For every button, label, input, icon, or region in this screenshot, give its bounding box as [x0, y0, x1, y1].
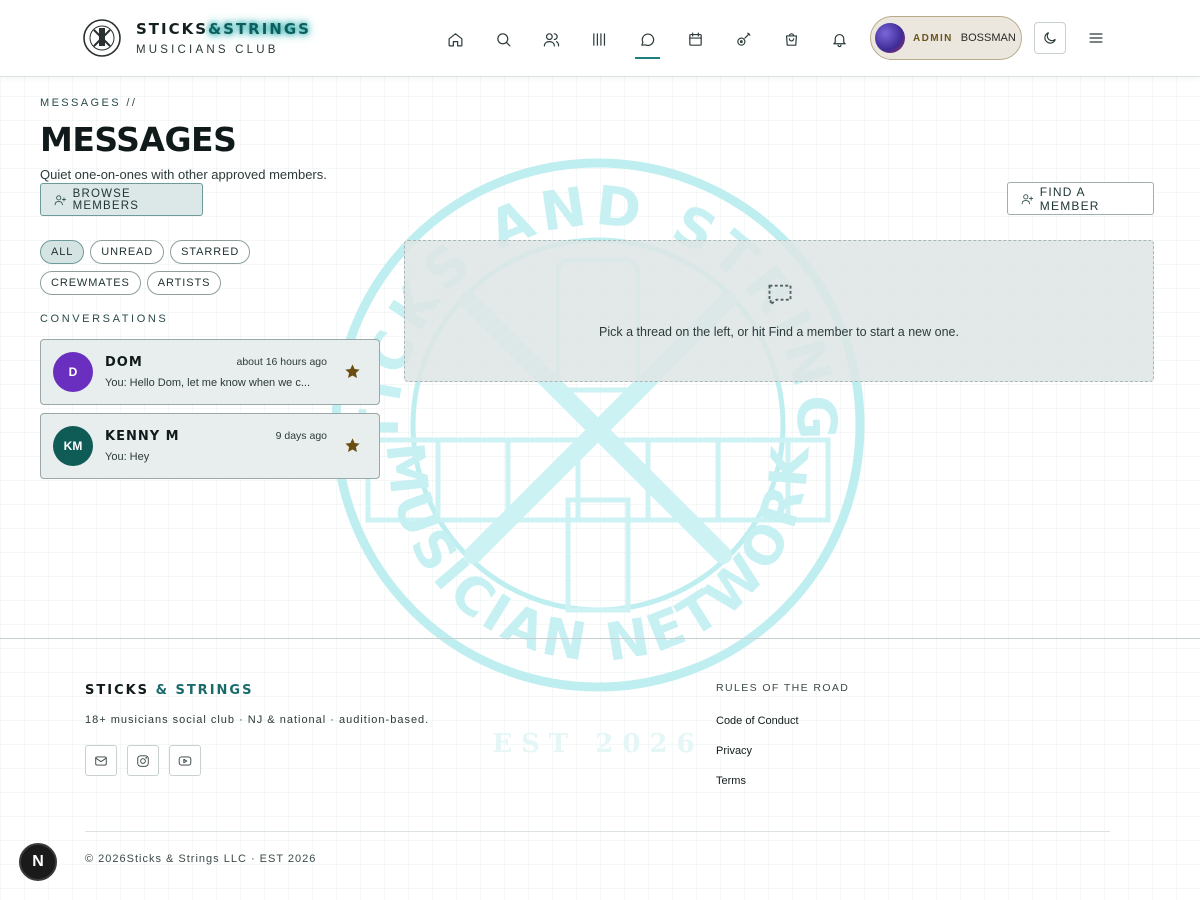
nav-home-icon[interactable]: [442, 26, 468, 52]
conversation-time: 9 days ago: [275, 430, 327, 442]
nav-calendar-icon[interactable]: [682, 26, 708, 52]
code-of-conduct-link[interactable]: Code of Conduct: [716, 715, 799, 727]
nav-members-icon[interactable]: [538, 26, 564, 52]
brand-wordmark[interactable]: STICKS&STRINGS MUSICIANS CLUB: [136, 20, 311, 56]
filter-chip-all[interactable]: ALL: [40, 240, 85, 264]
footer-divider: [0, 638, 1200, 639]
footer-tagline: 18+ musicians social club · NJ & nationa…: [85, 714, 430, 726]
nav-messages-icon[interactable]: [634, 26, 660, 52]
browse-members-button[interactable]: BROWSE MEMBERS: [40, 183, 203, 216]
dev-tools-badge[interactable]: N: [19, 843, 57, 881]
privacy-link[interactable]: Privacy: [716, 745, 752, 757]
moon-icon: [1044, 32, 1056, 44]
mail-link-button[interactable]: [85, 745, 117, 776]
conversation-item[interactable]: D DOM about 16 hours ago You: Hello Dom,…: [40, 339, 380, 405]
star-icon[interactable]: [344, 437, 361, 454]
add-user-icon: [1021, 193, 1034, 204]
theme-toggle-button[interactable]: [1034, 22, 1066, 54]
instagram-icon: [137, 754, 149, 767]
hamburger-menu-button[interactable]: [1084, 26, 1108, 50]
filter-chip-artists[interactable]: ARTISTS: [146, 271, 222, 295]
footer-bottom-divider: [85, 831, 1110, 832]
filter-chip-starred[interactable]: STARRED: [170, 240, 251, 264]
conversation-preview: You: Hey: [105, 451, 150, 463]
active-nav-indicator: [635, 57, 660, 59]
mail-icon: [95, 755, 107, 766]
hamburger-icon: [1089, 33, 1103, 43]
star-icon[interactable]: [344, 363, 361, 380]
user-role-badge: ADMIN: [913, 32, 953, 44]
nav-search-icon[interactable]: [490, 26, 516, 52]
conversation-preview: You: Hello Dom, let me know when we c...: [105, 377, 311, 389]
conversation-time: about 16 hours ago: [236, 356, 328, 368]
empty-chat-icon: [768, 284, 792, 307]
add-user-icon: [54, 194, 66, 205]
page-title: MESSAGES: [40, 120, 237, 159]
nav-shop-icon[interactable]: [778, 26, 804, 52]
nav-library-icon[interactable]: [586, 26, 612, 52]
find-member-button[interactable]: FIND A MEMBER: [1007, 182, 1154, 215]
footer-brand-amp: &: [155, 683, 169, 698]
footer-brand: STICKS & STRINGS: [85, 683, 253, 698]
youtube-link-button[interactable]: [169, 745, 201, 776]
breadcrumb: MESSAGES //: [40, 97, 138, 109]
conversation-name: DOM: [105, 355, 143, 370]
filter-chip-crewmates[interactable]: CREWMATES: [40, 271, 141, 295]
brand-subtitle: MUSICIANS CLUB: [136, 44, 279, 56]
watermark-est-text: EST 2026: [492, 729, 703, 759]
conversations-heading: CONVERSATIONS: [40, 313, 169, 325]
user-name: BOSSMAN: [960, 32, 1016, 44]
youtube-icon: [178, 755, 192, 766]
user-avatar: [875, 23, 905, 53]
nav-guitar-icon[interactable]: [730, 26, 756, 52]
top-navbar: STICKS&STRINGS MUSICIANS CLUB ADMIN BOSS…: [0, 0, 1200, 77]
conversation-avatar: KM: [53, 426, 93, 466]
empty-thread-panel: Pick a thread on the left, or hit Find a…: [404, 240, 1154, 382]
conversation-name: KENNY M: [105, 429, 180, 444]
browse-members-label: BROWSE MEMBERS: [72, 187, 140, 212]
user-menu-pill[interactable]: ADMIN BOSSMAN: [870, 16, 1022, 60]
copyright-text: © 2026Sticks & Strings LLC · EST 2026: [85, 853, 317, 865]
footer-brand-b: STRINGS: [175, 683, 254, 698]
brand-accent: &STRINGS: [208, 20, 311, 38]
filter-chips: ALL UNREAD STARRED CREWMATES ARTISTS: [40, 240, 350, 295]
conversation-item[interactable]: KM KENNY M 9 days ago You: Hey: [40, 413, 380, 479]
conversation-avatar: D: [53, 352, 93, 392]
nav-bell-icon[interactable]: [826, 26, 852, 52]
page-subtitle: Quiet one-on-ones with other approved me…: [40, 167, 327, 182]
find-member-label: FIND A MEMBER: [1039, 184, 1100, 213]
empty-state-text: Pick a thread on the left, or hit Find a…: [599, 325, 959, 339]
instagram-link-button[interactable]: [127, 745, 159, 776]
footer-brand-a: STICKS: [85, 683, 150, 698]
footer-links-heading: RULES OF THE ROAD: [716, 682, 850, 694]
club-logo-icon[interactable]: [82, 18, 122, 58]
filter-chip-unread[interactable]: UNREAD: [90, 240, 165, 264]
brand-main: STICKS: [136, 20, 209, 38]
terms-link[interactable]: Terms: [716, 775, 746, 787]
